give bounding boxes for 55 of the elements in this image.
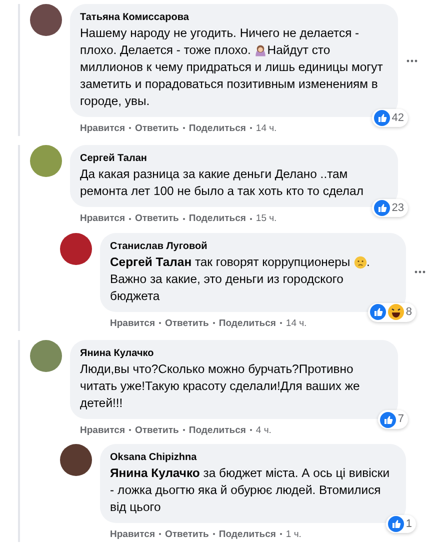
author-name[interactable]: Сергей Талан <box>80 151 388 166</box>
avatar <box>60 444 92 476</box>
comment-time: 14 ч. <box>256 123 277 134</box>
like-icon <box>374 110 390 126</box>
comment-time: 15 ч. <box>256 213 277 224</box>
comment-text: Нашему народу не угодить. Ничего не делается - плохо. Делается - тоже плохо. Найдут сто миллионов к чему придраться и лишь единицы могут заметить и порадоваться позитивным изменениям в городе, увы. <box>80 25 384 110</box>
comment-text: Да какая разница за какие деньги Делано ..там ремонта лет 100 не было а так хоть кто то сделал <box>80 166 364 200</box>
avatar <box>30 4 62 36</box>
comment-text: Янина Кулачко за бюджет міста. А ось ці вивіски - ложка дьогтю яка й обурює людей. Втомилися від цього <box>110 465 391 516</box>
like-icon <box>388 516 404 532</box>
comment-time: 14 ч. <box>286 318 307 328</box>
woman-emoji-icon <box>254 44 268 57</box>
avatar <box>30 340 62 372</box>
reaction-count[interactable]: 8 <box>368 303 416 322</box>
action-link[interactable]: Ответить <box>134 213 179 224</box>
action-link[interactable]: Нравится <box>110 318 155 328</box>
action-link[interactable]: Нравится <box>80 424 125 436</box>
like-icon <box>374 200 390 216</box>
author-name[interactable]: Татьяна Комиссарова <box>80 10 388 25</box>
action-link[interactable]: Ответить <box>164 529 209 540</box>
action-link[interactable]: Поделиться <box>188 424 246 436</box>
action-link[interactable]: Ответить <box>164 318 209 328</box>
comment-time: 4 ч. <box>256 424 272 436</box>
action-link[interactable]: Нравится <box>110 529 155 540</box>
author-name[interactable]: Станислав Луговой <box>110 238 396 254</box>
laughing-face-icon <box>388 304 404 320</box>
action-link[interactable]: Поделиться <box>218 318 276 328</box>
action-link[interactable]: Поделиться <box>218 529 276 540</box>
action-link[interactable]: Поделиться <box>188 213 246 224</box>
author-name[interactable]: Янина Кулачко <box>80 346 388 361</box>
action-link[interactable]: Ответить <box>134 424 179 436</box>
comment-text: Сергей Талан так говорят коррупционеры . Важно за какие, это деньги из городского бюджета <box>110 254 371 304</box>
reaction-number: 8 <box>406 305 412 320</box>
reaction-number: 42 <box>392 110 404 126</box>
like-icon <box>370 304 386 320</box>
more-options-icon[interactable] <box>414 270 426 274</box>
comment-time: 1 ч. <box>286 529 302 540</box>
like-icon <box>380 412 396 428</box>
action-link[interactable]: Нравится <box>80 123 125 134</box>
action-link[interactable]: Ответить <box>134 123 179 134</box>
comment-text: Люди,вы что?Сколько можно бурчать?Противно читать уже!Такую красоту сделали!Для ваших же детей!!! <box>80 360 361 412</box>
more-options-icon[interactable] <box>406 58 418 62</box>
reaction-count[interactable]: 23 <box>372 198 408 218</box>
action-link[interactable]: Нравится <box>80 213 125 224</box>
avatar <box>60 232 92 264</box>
reaction-count[interactable]: 1 <box>386 514 416 533</box>
action-link[interactable]: Поделиться <box>188 123 246 134</box>
author-name[interactable]: Oksana Chipizhna <box>110 450 396 465</box>
reaction-number: 1 <box>406 516 412 532</box>
reaction-number: 23 <box>392 200 404 216</box>
reaction-count[interactable]: 7 <box>378 410 408 429</box>
avatar <box>30 145 62 178</box>
reaction-number: 7 <box>398 412 404 428</box>
confused-face-icon <box>354 256 367 268</box>
reaction-count[interactable]: 42 <box>372 108 408 127</box>
